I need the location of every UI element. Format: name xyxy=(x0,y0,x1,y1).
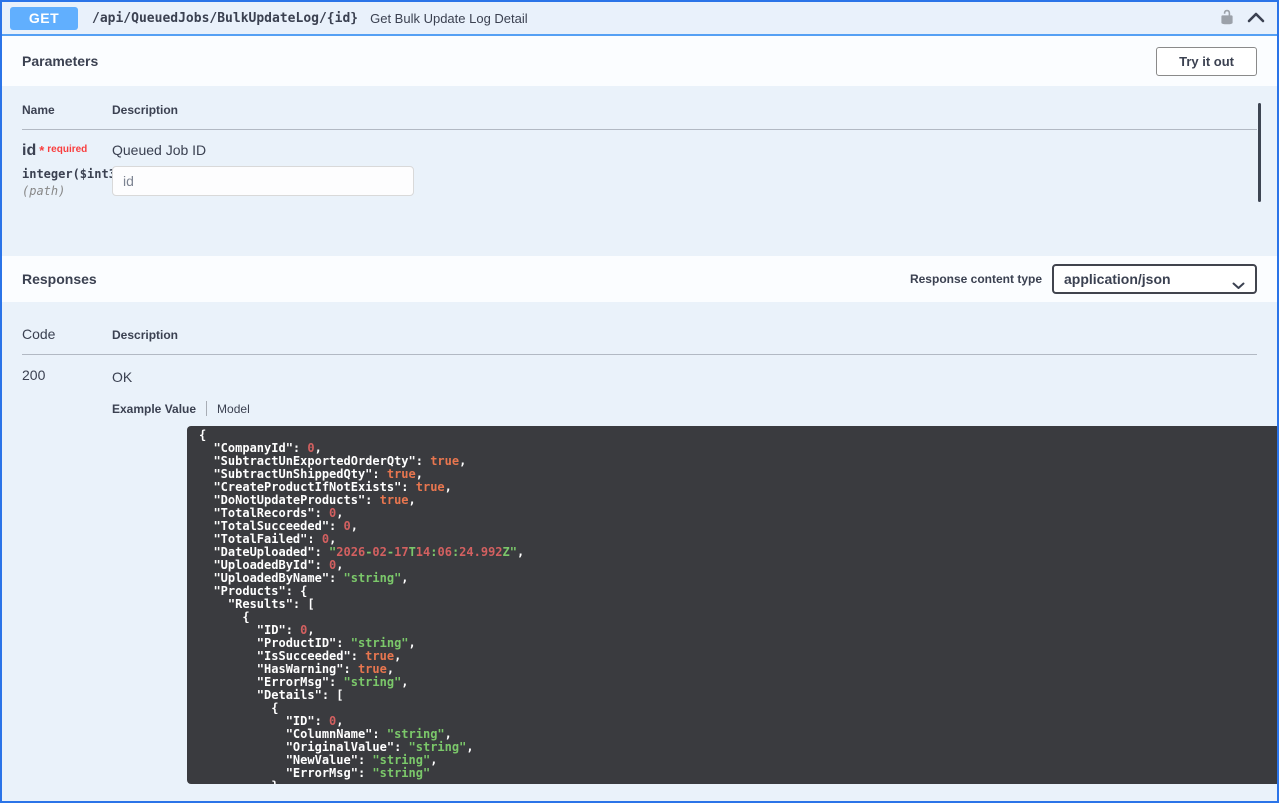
tab-example-value[interactable]: Example Value xyxy=(112,402,196,416)
code-line: "Results": [ xyxy=(199,597,315,611)
example-model-tabs: Example Value Model xyxy=(112,401,1257,416)
tab-model[interactable]: Model xyxy=(217,402,250,416)
operation-summary-bar[interactable]: GET /api/QueuedJobs/BulkUpdateLog/{id} G… xyxy=(2,2,1277,36)
parameter-row: id * required integer($int32) (path) Queue… xyxy=(22,130,1257,198)
example-json-block: { "CompanyId": 0, "SubtractUnExportedOrd… xyxy=(187,426,1277,785)
parameter-description: Queued Job ID xyxy=(112,142,207,158)
unlock-icon xyxy=(1219,9,1235,28)
parameter-location: (path) xyxy=(22,184,66,198)
parameter-description-cell: Queued Job ID xyxy=(112,142,414,198)
code-line: "DoNotUpdateProducts": true, xyxy=(199,493,416,507)
code-line: { xyxy=(199,701,279,715)
example-json-code[interactable]: { "CompanyId": 0, "SubtractUnExportedOrd… xyxy=(187,426,1277,785)
http-method-badge: GET xyxy=(10,6,78,30)
responses-section-header: Responses Response content type applicat… xyxy=(2,256,1277,302)
description-column-header: Description xyxy=(112,328,179,342)
required-label: required xyxy=(47,144,88,155)
authorize-button[interactable] xyxy=(1219,9,1235,28)
parameter-name-cell: id * required integer($int32) (path) xyxy=(22,142,131,198)
description-column-header: Description xyxy=(112,103,179,117)
responses-table-head: Code Description xyxy=(22,326,1257,355)
endpoint-path: /api/QueuedJobs/BulkUpdateLog/{id} xyxy=(92,10,359,26)
tab-divider xyxy=(206,401,208,416)
parameters-section-header: Parameters Try it out xyxy=(2,36,1277,86)
code-column-header: Code xyxy=(22,326,56,342)
name-column-header: Name xyxy=(22,103,55,117)
parameters-table-head: Name Description xyxy=(22,103,1257,130)
chevron-down-icon xyxy=(1232,277,1245,293)
content-type-group: Response content type application/json xyxy=(910,264,1257,294)
parameter-type: integer($int32) xyxy=(22,167,131,181)
response-description-cell: OK Example Value Model { "CompanyId": 0,… xyxy=(112,367,1277,784)
response-content-type-select[interactable]: application/json xyxy=(1052,264,1257,294)
parameters-table: Name Description id * required integer($in… xyxy=(2,86,1277,256)
response-status-code: 200 xyxy=(22,367,46,383)
swagger-operation-window: GET /api/QueuedJobs/BulkUpdateLog/{id} G… xyxy=(0,0,1279,803)
code-line: "UploadedByName": "string", xyxy=(199,571,409,585)
required-star: * xyxy=(39,143,45,158)
endpoint-summary: Get Bulk Update Log Detail xyxy=(370,10,528,26)
response-description: OK xyxy=(112,369,133,385)
responses-table: Code Description 200 OK Example Value Mo… xyxy=(2,302,1277,801)
code-line: "Products": { xyxy=(199,584,308,598)
parameter-id-input[interactable] xyxy=(112,166,414,196)
responses-title: Responses xyxy=(22,271,97,287)
code-line: "ErrorMsg": "string", xyxy=(199,675,409,689)
code-line: "DateUploaded": "2026-02-17T14:06:24.992… xyxy=(199,545,525,559)
code-line: { xyxy=(199,428,207,442)
response-row: 200 OK Example Value Model { "CompanyId"… xyxy=(22,355,1277,784)
try-it-out-button[interactable]: Try it out xyxy=(1156,46,1257,76)
code-line: } xyxy=(199,780,1277,785)
parameters-scrollbar-thumb[interactable] xyxy=(1258,103,1261,202)
chevron-up-icon xyxy=(1247,11,1265,26)
code-line: "ErrorMsg": "string" xyxy=(199,766,431,780)
code-line: "TotalSucceeded": 0, xyxy=(199,519,358,533)
collapse-operation-button[interactable] xyxy=(1247,11,1265,26)
response-content-type-value: application/json xyxy=(1064,271,1171,287)
code-line: { xyxy=(199,610,250,624)
code-line: "Details": [ xyxy=(199,688,344,702)
code-line: "TotalRecords": 0, xyxy=(199,506,344,520)
parameters-title: Parameters xyxy=(22,53,99,69)
response-content-type-label: Response content type xyxy=(909,272,1042,286)
parameter-name: id xyxy=(22,142,37,159)
